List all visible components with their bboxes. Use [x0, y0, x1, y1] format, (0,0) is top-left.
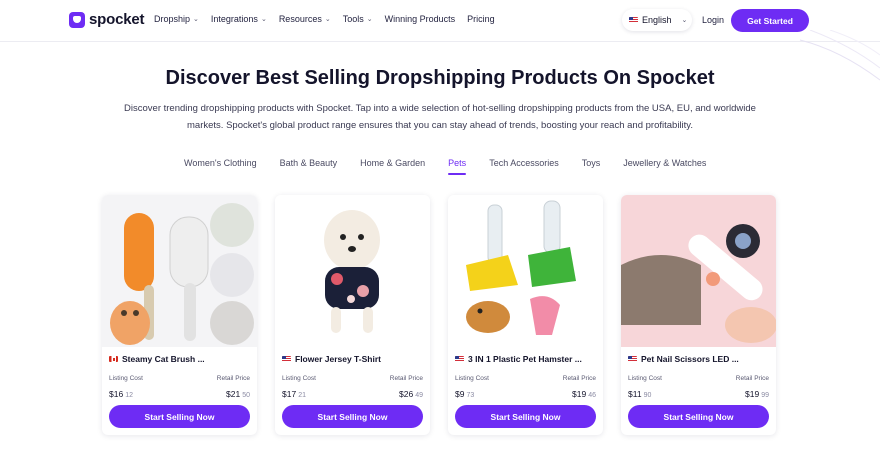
- us-flag-icon: [628, 356, 637, 362]
- retail-price-value: $21 50: [226, 389, 250, 399]
- price-main: $16: [109, 389, 124, 399]
- price-main: $9: [455, 389, 465, 399]
- tab-tech-accessories[interactable]: Tech Accessories: [489, 158, 559, 175]
- tab-home-garden[interactable]: Home & Garden: [360, 158, 425, 175]
- retail-price-label: Retail Price: [216, 375, 250, 382]
- tab-toys[interactable]: Toys: [582, 158, 601, 175]
- tab-bath-beauty[interactable]: Bath & Beauty: [280, 158, 338, 175]
- product-title[interactable]: 3 IN 1 Plastic Pet Hamster ...: [455, 354, 582, 364]
- chevron-down-icon: ⌄: [260, 16, 267, 23]
- price-cents: 46: [588, 392, 596, 399]
- tab-womens-clothing[interactable]: Women's Clothing: [184, 158, 257, 175]
- listing-cost-value: $16 12: [109, 389, 133, 399]
- product-title-text: Flower Jersey T-Shirt: [295, 354, 381, 364]
- retail-price-value: $19 46: [572, 389, 596, 399]
- language-label: English: [642, 15, 672, 25]
- listing-cost-label: Listing Cost: [628, 375, 662, 382]
- product-title[interactable]: Steamy Cat Brush ...: [109, 354, 205, 364]
- product-card[interactable]: Steamy Cat Brush ... Listing Cost Retail…: [102, 195, 257, 435]
- language-selector[interactable]: English ⌄: [622, 9, 692, 31]
- menu-item-tools[interactable]: Tools ⌄: [343, 14, 373, 24]
- login-link[interactable]: Login: [702, 15, 724, 25]
- price-cents: 49: [415, 392, 423, 399]
- product-title-text: Pet Nail Scissors LED ...: [641, 354, 739, 364]
- menu-item-dropship[interactable]: Dropship ⌄: [154, 14, 199, 24]
- product-title[interactable]: Flower Jersey T-Shirt: [282, 354, 381, 364]
- menu-item-resources[interactable]: Resources ⌄: [279, 14, 331, 24]
- product-card[interactable]: Flower Jersey T-Shirt Listing Cost Retai…: [275, 195, 430, 435]
- product-card[interactable]: 3 IN 1 Plastic Pet Hamster ... Listing C…: [448, 195, 603, 435]
- menu-item-label: Pricing: [467, 14, 495, 24]
- product-image[interactable]: [275, 195, 430, 347]
- product-title-text: Steamy Cat Brush ...: [122, 354, 205, 364]
- chevron-down-icon: ⌄: [681, 17, 688, 24]
- us-flag-icon: [282, 356, 291, 362]
- top-navigation: spocket Dropship ⌄ Integrations ⌄ Resource…: [0, 0, 880, 42]
- start-selling-button[interactable]: Start Selling Now: [109, 405, 250, 428]
- listing-cost-label: Listing Cost: [109, 375, 143, 382]
- price-cents: 73: [466, 392, 475, 399]
- menu-item-pricing[interactable]: Pricing: [467, 14, 495, 24]
- price-cents: 50: [242, 392, 250, 399]
- retail-price-label: Retail Price: [389, 375, 423, 382]
- menu-item-label: Tools: [342, 14, 364, 24]
- menu-item-label: Dropship: [154, 14, 191, 24]
- price-main: $19: [572, 389, 587, 399]
- start-selling-button[interactable]: Start Selling Now: [628, 405, 769, 428]
- logo-text: spocket: [89, 11, 145, 28]
- price-main: $26: [399, 389, 414, 399]
- chevron-down-icon: ⌄: [193, 16, 199, 23]
- main-menu: Dropship ⌄ Integrations ⌄ Resources ⌄ Tools…: [154, 14, 495, 24]
- menu-item-label: Integrations: [210, 14, 258, 24]
- page-description: Discover trending dropshipping products …: [124, 103, 756, 131]
- price-main: $19: [745, 389, 760, 399]
- listing-cost-label: Listing Cost: [282, 375, 316, 382]
- retail-price-value: $19 99: [745, 389, 769, 399]
- tab-pets[interactable]: Pets: [448, 158, 467, 175]
- page-title: Discover Best Selling Dropshipping Produ…: [165, 67, 715, 89]
- menu-item-winning-products[interactable]: Winning Products: [385, 14, 456, 24]
- spocket-logo[interactable]: spocket: [69, 11, 144, 28]
- start-selling-button[interactable]: Start Selling Now: [455, 405, 596, 428]
- price-main: $17: [282, 389, 297, 399]
- product-title-text: 3 IN 1 Plastic Pet Hamster ...: [468, 354, 582, 364]
- menu-item-integrations[interactable]: Integrations ⌄: [211, 14, 267, 24]
- us-flag-icon: [629, 17, 638, 23]
- retail-price-label: Retail Price: [562, 375, 596, 382]
- listing-cost-label: Listing Cost: [455, 375, 489, 382]
- chevron-down-icon: ⌄: [366, 16, 373, 23]
- menu-item-label: Resources: [278, 14, 322, 24]
- listing-cost-value: $9 73: [455, 389, 474, 399]
- price-cents: 21: [298, 392, 306, 399]
- retail-price-value: $26 49: [399, 389, 423, 399]
- product-title[interactable]: Pet Nail Scissors LED ...: [628, 354, 739, 364]
- product-card[interactable]: Pet Nail Scissors LED ... Listing Cost R…: [621, 195, 776, 435]
- price-cents: 12: [125, 392, 133, 399]
- start-selling-button[interactable]: Start Selling Now: [282, 405, 423, 428]
- get-started-button[interactable]: Get Started: [731, 9, 809, 32]
- product-image[interactable]: [448, 195, 603, 347]
- spocket-bag-icon: [69, 11, 85, 28]
- category-tabs: Women's Clothing Bath & Beauty Home & Ga…: [184, 158, 706, 175]
- price-cents: 90: [643, 392, 652, 399]
- canada-flag-icon: [109, 356, 118, 362]
- price-main: $11: [628, 389, 642, 399]
- product-image[interactable]: [621, 195, 776, 347]
- listing-cost-value: $11 90: [628, 389, 651, 399]
- us-flag-icon: [455, 356, 464, 362]
- menu-item-label: Winning Products: [384, 14, 456, 24]
- price-cents: 99: [761, 392, 769, 399]
- product-image[interactable]: [102, 195, 257, 347]
- retail-price-label: Retail Price: [735, 375, 769, 382]
- chevron-down-icon: ⌄: [324, 16, 331, 23]
- tab-jewellery-watches[interactable]: Jewellery & Watches: [623, 158, 706, 175]
- price-main: $21: [226, 389, 241, 399]
- listing-cost-value: $17 21: [282, 389, 306, 399]
